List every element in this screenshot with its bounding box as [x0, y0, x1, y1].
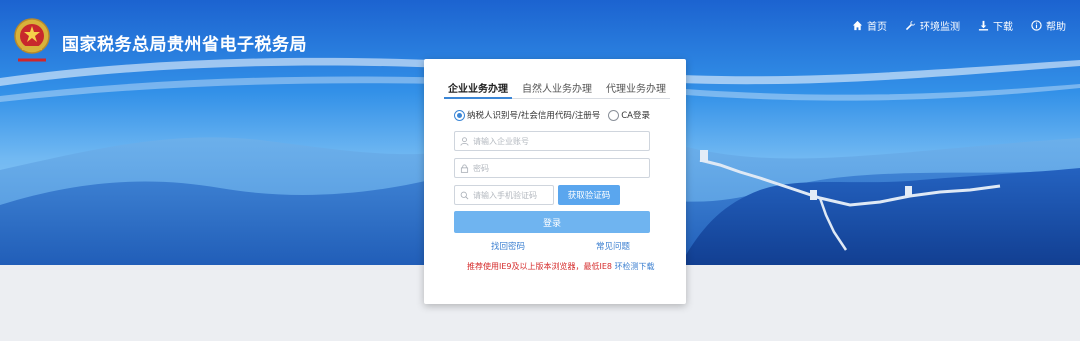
nav-home-label: 首页 — [867, 22, 887, 33]
nav-download[interactable]: 下载 — [978, 18, 1013, 33]
nav-help[interactable]: 帮助 — [1031, 18, 1066, 33]
site-title: 国家税务总局贵州省电子税务局 — [62, 35, 307, 55]
password-field — [454, 158, 650, 178]
browser-notice: 推荐使用IE9及以上版本浏览器，最低IE8 环检测下载 — [467, 261, 655, 272]
nav-environment-check[interactable]: 环境监测 — [905, 18, 960, 33]
radio-unselected-icon — [608, 109, 620, 121]
get-sms-code-button[interactable]: 获取验证码 — [558, 185, 620, 205]
lock-icon — [460, 164, 468, 173]
env-check-download-link[interactable]: 环检测下载 — [615, 262, 655, 271]
user-icon — [459, 136, 469, 146]
tab-individual[interactable]: 自然人业务办理 — [516, 73, 598, 99]
account-input[interactable] — [473, 136, 643, 146]
faq-link[interactable]: 常见问题 — [596, 240, 630, 252]
tab-agent[interactable]: 代理业务办理 — [602, 73, 670, 99]
login-button[interactable]: 登录 — [454, 211, 650, 233]
download-icon — [978, 20, 989, 31]
nav-download-label: 下载 — [993, 22, 1013, 33]
password-input[interactable] — [473, 163, 643, 173]
info-icon — [1031, 20, 1042, 31]
home-icon — [852, 20, 863, 31]
tab-enterprise[interactable]: 企业业务办理 — [444, 73, 512, 99]
radio-taxpayer-id-label: 纳税人识别号/社会信用代码/注册号 — [467, 111, 601, 121]
forgot-password-link[interactable]: 找回密码 — [491, 240, 525, 252]
wrench-icon — [905, 20, 916, 31]
radio-selected-icon — [454, 109, 465, 121]
tax-emblem-icon — [12, 16, 52, 68]
nav-home[interactable]: 首页 — [852, 18, 887, 33]
radio-ca-login-label: CA登录 — [621, 111, 650, 121]
nav-help-label: 帮助 — [1046, 22, 1066, 33]
nav-environment-check-label: 环境监测 — [920, 22, 960, 33]
browser-notice-text: 推荐使用IE9及以上版本浏览器，最低IE8 — [467, 262, 613, 271]
top-navigation: 首页 环境监测 下载 帮助 — [852, 18, 1066, 33]
sms-code-field — [454, 185, 554, 205]
account-field — [454, 131, 650, 151]
radio-ca-login[interactable]: CA登录 — [608, 109, 650, 121]
login-panel: 企业业务办理 自然人业务办理 代理业务办理 纳税人识别号/社会信用代码/注册号 … — [424, 59, 686, 304]
search-icon — [460, 191, 468, 199]
sms-code-input[interactable] — [473, 190, 549, 200]
login-tabs: 企业业务办理 自然人业务办理 代理业务办理 — [444, 73, 670, 99]
radio-taxpayer-id[interactable]: 纳税人识别号/社会信用代码/注册号 — [454, 109, 600, 121]
login-type-options: 纳税人识别号/社会信用代码/注册号 CA登录 — [454, 109, 650, 121]
